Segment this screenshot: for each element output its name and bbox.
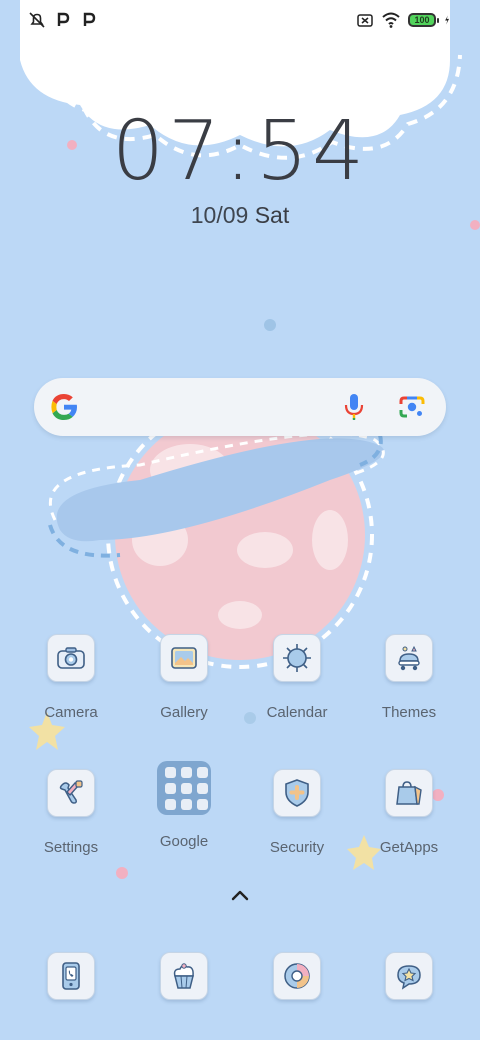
settings-icon[interactable] — [47, 769, 95, 817]
lens-icon[interactable] — [398, 394, 426, 420]
notifications-muted-icon — [29, 12, 45, 28]
security-shield-icon[interactable] — [273, 769, 321, 817]
planet-decoration — [48, 401, 385, 669]
messages-star-icon[interactable] — [385, 952, 433, 1000]
app-gallery[interactable]: Gallery — [129, 634, 239, 721]
app-label: Calendar — [266, 704, 328, 721]
status-bar: 100 — [0, 0, 480, 40]
phone-icon[interactable] — [47, 952, 95, 1000]
date-text: 10/09 — [190, 202, 249, 228]
app-calendar[interactable]: Calendar — [242, 634, 352, 721]
battery-icon: 100 — [408, 13, 439, 27]
mic-icon[interactable] — [342, 392, 366, 422]
clock-time[interactable]: 07:54 — [0, 104, 480, 199]
app-label: GetApps — [379, 839, 439, 856]
clock-date[interactable]: 10/09 Sat — [0, 202, 480, 229]
app-label: Themes — [381, 704, 437, 721]
google-search-bar[interactable] — [34, 378, 446, 436]
charging-bolt-icon — [445, 15, 449, 25]
wifi-icon — [382, 12, 400, 28]
app-label: Security — [269, 839, 325, 856]
app-security[interactable]: Security — [242, 769, 352, 856]
app-camera[interactable]: Camera — [16, 634, 126, 721]
parking-p-icon — [83, 12, 96, 26]
app-label: Camera — [44, 704, 98, 721]
app-google-folder[interactable]: Google — [129, 761, 239, 850]
app-label: Gallery — [160, 704, 208, 721]
gallery-icon[interactable] — [160, 634, 208, 682]
app-label: Settings — [43, 839, 99, 856]
google-g-icon — [51, 394, 77, 420]
dock-messages[interactable] — [354, 952, 464, 1000]
google-folder-icon[interactable] — [157, 761, 211, 815]
app-themes[interactable]: Themes — [354, 634, 464, 721]
browser-icon[interactable] — [273, 952, 321, 1000]
getapps-bag-icon[interactable] — [385, 769, 433, 817]
themes-icon[interactable] — [385, 634, 433, 682]
no-sim-icon — [357, 14, 373, 27]
dot-decoration — [264, 319, 276, 331]
cupcake-icon[interactable] — [160, 952, 208, 1000]
app-getapps[interactable]: GetApps — [354, 769, 464, 856]
day-text: Sat — [254, 202, 290, 228]
dock-cupcake[interactable] — [129, 952, 239, 1000]
sun-calendar-icon[interactable] — [273, 634, 321, 682]
camera-icon[interactable] — [47, 634, 95, 682]
app-label: Google — [159, 833, 209, 850]
app-settings[interactable]: Settings — [16, 769, 126, 856]
dot-decoration — [116, 867, 128, 879]
chevron-up-icon[interactable] — [229, 888, 251, 902]
dock-phone[interactable] — [16, 952, 126, 1000]
parking-p-icon — [57, 12, 70, 26]
dock-browser[interactable] — [242, 952, 352, 1000]
